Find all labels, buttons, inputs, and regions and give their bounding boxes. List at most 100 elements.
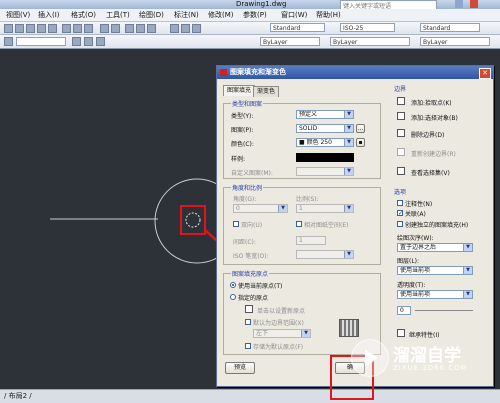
- layers-toolbar: ByLayer ByLayer ByLayer: [0, 35, 500, 49]
- copy-icon[interactable]: [73, 24, 82, 33]
- print-icon[interactable]: [37, 24, 46, 33]
- zoom-window-icon[interactable]: [147, 24, 156, 33]
- custom-pattern-select[interactable]: ▼: [296, 167, 354, 176]
- preview-icon[interactable]: [48, 24, 57, 33]
- double-label: 双向(U): [241, 222, 263, 229]
- undo-icon[interactable]: [100, 24, 109, 33]
- angle-select[interactable]: 0 ▼: [233, 204, 288, 213]
- iso-label: ISO 笔宽(O):: [233, 253, 269, 260]
- layout-tab[interactable]: / 布局2 /: [4, 391, 32, 401]
- linetype-combo[interactable]: ByLayer: [330, 37, 410, 46]
- menu-parameters[interactable]: 参数(P): [243, 10, 267, 20]
- current-origin-radio[interactable]: [230, 282, 236, 288]
- close-window-icon[interactable]: [470, 0, 478, 8]
- layer-label: 图层(L):: [397, 258, 420, 265]
- pan-icon[interactable]: [125, 24, 134, 33]
- transparency-number[interactable]: 0: [397, 306, 411, 315]
- play-logo-icon: [351, 339, 389, 377]
- save-icon[interactable]: [26, 24, 35, 33]
- preview-button[interactable]: 预览: [225, 362, 255, 374]
- view-selection-label[interactable]: 查看选择集(V): [411, 168, 450, 177]
- spacing-input[interactable]: 1: [296, 236, 326, 245]
- chevron-down-icon: ▼: [344, 251, 353, 258]
- layer-select[interactable]: 使用当前项 ▼: [397, 266, 473, 275]
- tab-gradient[interactable]: 渐变色: [253, 86, 280, 97]
- properties-icon[interactable]: [170, 24, 179, 33]
- layer-state-icon[interactable]: [96, 37, 105, 46]
- design-center-icon[interactable]: [181, 24, 190, 33]
- menu-draw[interactable]: 绘图(D): [139, 10, 164, 20]
- text-style-combo[interactable]: Standard: [270, 23, 325, 32]
- add-select-icon[interactable]: [397, 112, 405, 120]
- iso-select[interactable]: ▼: [296, 250, 354, 259]
- type-select[interactable]: 预定义 ▼: [296, 110, 354, 119]
- menu-format[interactable]: 格式(O): [71, 10, 96, 20]
- add-pick-icon[interactable]: [397, 97, 405, 105]
- layer-manager-icon[interactable]: [4, 37, 13, 46]
- remove-boundary-icon[interactable]: [397, 129, 405, 137]
- menu-bar: 视图(V) 插入(I) 格式(O) 工具(T) 绘图(D) 标注(N) 修改(M…: [0, 9, 500, 22]
- zoom-icon[interactable]: [136, 24, 145, 33]
- tab-hatch[interactable]: 图案填充: [223, 85, 256, 96]
- transparency-select[interactable]: 使用当前项 ▼: [397, 290, 473, 299]
- new-icon[interactable]: [4, 24, 13, 33]
- store-default-checkbox[interactable]: [245, 343, 251, 349]
- view-selection-icon[interactable]: [397, 167, 405, 175]
- pattern-browse-button[interactable]: …: [356, 124, 365, 133]
- chevron-down-icon: ▼: [344, 111, 353, 118]
- transparency-slider[interactable]: [415, 310, 473, 311]
- separate-hatch-checkbox[interactable]: [397, 221, 403, 227]
- default-extents-checkbox[interactable]: [245, 319, 251, 325]
- color-value: ■ 颜色 250: [299, 139, 332, 146]
- recreate-boundary-icon[interactable]: [397, 148, 405, 156]
- open-icon[interactable]: [15, 24, 24, 33]
- lineweight-combo[interactable]: ByLayer: [420, 37, 490, 46]
- menu-dimension[interactable]: 标注(N): [174, 10, 199, 20]
- menu-insert[interactable]: 插入(I): [38, 10, 60, 20]
- chevron-down-icon: ▼: [463, 267, 472, 274]
- close-icon[interactable]: ✕: [479, 68, 491, 79]
- make-current-icon[interactable]: [72, 37, 81, 46]
- dialog-title: 图案填充和渐变色: [230, 68, 286, 76]
- color-pick-button[interactable]: ▪: [356, 138, 365, 147]
- menu-help[interactable]: 帮助(H): [316, 10, 341, 20]
- remove-boundary-label[interactable]: 删除边界(D): [411, 130, 444, 139]
- click-origin-label: 单击以设置新原点: [257, 308, 306, 315]
- double-checkbox[interactable]: [233, 221, 239, 227]
- draw-order-select[interactable]: 置于边界之后 ▼: [397, 243, 473, 252]
- annotative-label: 注释性(N): [405, 201, 433, 208]
- maximize-icon[interactable]: [455, 0, 463, 8]
- layer-combo[interactable]: [16, 37, 66, 46]
- default-extents-select[interactable]: 左下 ▼: [253, 329, 311, 338]
- add-select-label[interactable]: 添加:选择对象(B): [411, 113, 458, 122]
- menu-modify[interactable]: 修改(M): [208, 10, 234, 20]
- relative-checkbox[interactable]: [296, 221, 302, 227]
- table-style-combo[interactable]: Standard: [420, 23, 480, 32]
- redo-icon[interactable]: [111, 24, 120, 33]
- specified-origin-radio[interactable]: [230, 294, 236, 300]
- tool-palette-icon[interactable]: [192, 24, 201, 33]
- pattern-select[interactable]: SOLID ▼: [296, 124, 354, 133]
- angle-value: 0: [236, 205, 240, 212]
- paste-icon[interactable]: [84, 24, 93, 33]
- watermark: 溜溜自学 ZIXUE.3D66.COM: [345, 336, 495, 386]
- annotative-checkbox[interactable]: [397, 200, 403, 206]
- chevron-down-icon: ▼: [344, 168, 353, 175]
- pattern-sample-swatch[interactable]: [296, 153, 354, 162]
- add-pick-label[interactable]: 添加:拾取点(K): [411, 98, 452, 107]
- click-origin-icon[interactable]: [245, 305, 253, 313]
- menu-view[interactable]: 视图(V): [6, 10, 30, 20]
- scale-select[interactable]: 1 ▼: [296, 204, 354, 213]
- scale-label: 比例(S):: [296, 196, 319, 203]
- dim-style-combo[interactable]: ISO-25: [340, 23, 395, 32]
- pattern-value: SOLID: [299, 125, 318, 132]
- layer-previous-icon[interactable]: [84, 37, 93, 46]
- cut-icon[interactable]: [62, 24, 71, 33]
- color-select[interactable]: ■ 颜色 250 ▼: [296, 138, 354, 147]
- menu-window[interactable]: 窗口(W): [281, 10, 307, 20]
- color-combo[interactable]: ByLayer: [260, 37, 320, 46]
- associative-checkbox[interactable]: ✓: [397, 210, 403, 217]
- default-extents-label: 默认为边界范围(X): [253, 320, 304, 327]
- recreate-boundary-label[interactable]: 重新创建边界(R): [411, 149, 456, 158]
- menu-tools[interactable]: 工具(T): [106, 10, 130, 20]
